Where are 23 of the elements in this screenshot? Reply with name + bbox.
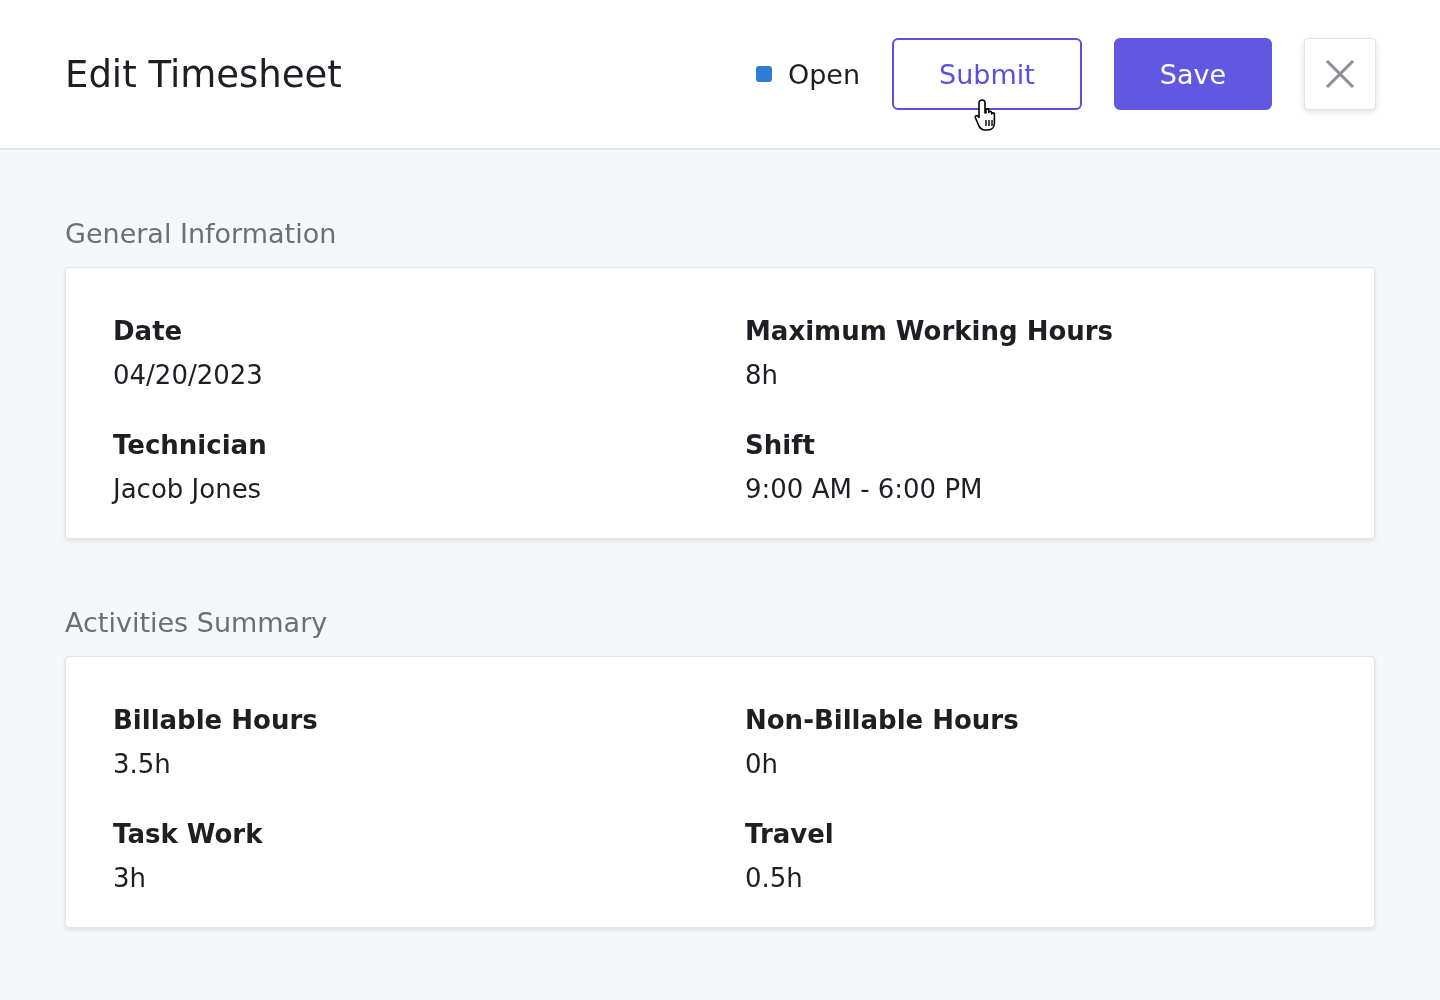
field-label: Shift	[745, 430, 816, 460]
field-value: 8h	[745, 360, 780, 390]
field-label: Travel	[745, 819, 835, 849]
field-value: 0.5h	[745, 863, 804, 893]
section-title: General Information	[65, 218, 338, 249]
page-title: Edit Timesheet	[65, 52, 343, 96]
close-button[interactable]	[1304, 38, 1376, 110]
field-label: Maximum Working Hours	[745, 316, 1115, 346]
field-value: 3h	[113, 863, 148, 893]
field-value: 3.5h	[113, 749, 172, 779]
field-label: Technician	[113, 430, 268, 460]
field-label: Task Work	[113, 819, 264, 849]
section-title: Activities Summary	[65, 607, 329, 638]
field-label: Non-Billable Hours	[745, 705, 1020, 735]
field-label: Date	[113, 316, 184, 346]
save-button[interactable]: Save	[1114, 38, 1272, 110]
field-label: Billable Hours	[113, 705, 319, 735]
field-value: 0h	[745, 749, 780, 779]
field-value: 9:00 AM - 6:00 PM	[745, 474, 984, 504]
status-label: Open	[787, 58, 860, 90]
field-value: 04/20/2023	[113, 360, 264, 390]
close-icon	[1325, 59, 1355, 89]
field-value: Jacob Jones	[113, 474, 263, 504]
